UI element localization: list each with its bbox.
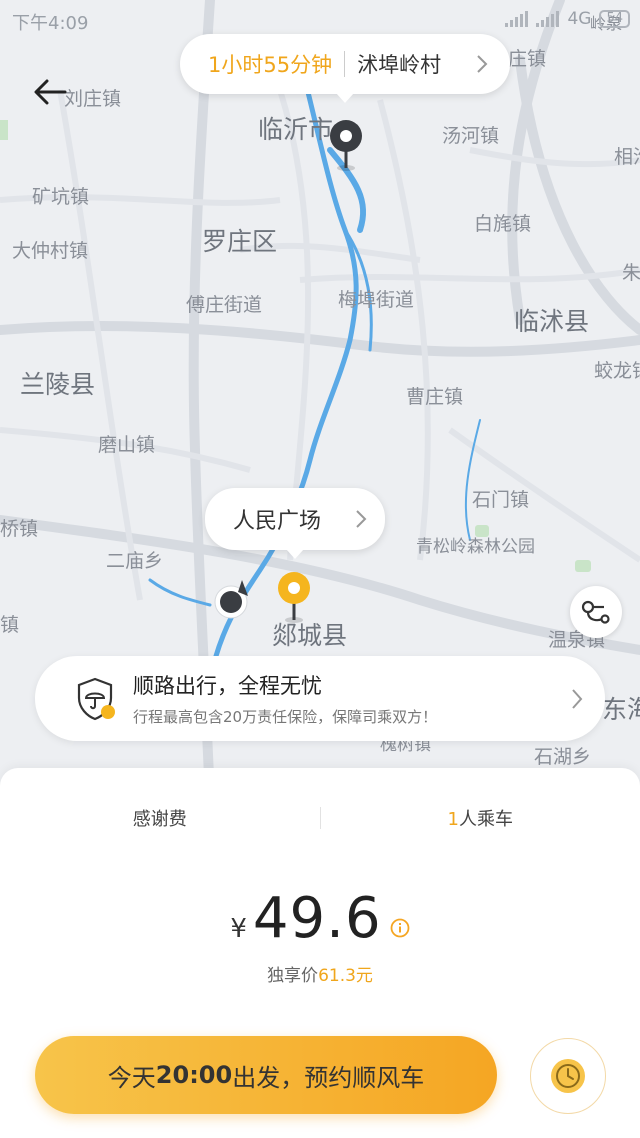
battery-icon: 54 [599, 10, 630, 28]
map-label-caozhuang: 曹庄镇 [406, 386, 464, 408]
map-label-linshu: 临沭县 [514, 307, 590, 336]
info-icon[interactable] [390, 918, 410, 938]
chevron-right-icon [477, 55, 488, 73]
bubble-tail [286, 549, 304, 559]
start-location-label: 人民广场 [233, 509, 322, 534]
thanks-fee-option[interactable]: 感谢费 [0, 805, 320, 831]
destination-pin-icon[interactable] [326, 118, 366, 174]
insurance-banner[interactable]: 顺路出行，全程无忧 行程最高包含20万责任保险，保障司乘双方！ [35, 656, 605, 741]
price-row: ¥ 49.6 [0, 886, 640, 951]
map-label-luozhuang: 罗庄区 [202, 227, 278, 256]
map-label-liuzhuang: 刘庄镇 [64, 88, 122, 110]
route-button[interactable] [570, 586, 622, 638]
exclusive-price-label: 独享价 [267, 966, 319, 986]
book-time: 20:00 [155, 1061, 233, 1089]
map-label-jiaolong: 蛟龙镇 [594, 360, 640, 382]
status-indicators: 4G 54 [505, 9, 630, 29]
map-label-dazhongcun: 大仲村镇 [12, 240, 89, 262]
shield-umbrella-icon [77, 677, 115, 720]
map-label-fuzhuang: 傅庄街道 [186, 294, 263, 316]
map-label-qingsongling: 青松岭森林公园 [416, 537, 535, 557]
network-type: 4G [567, 9, 592, 29]
map-label-tanghe: 汤河镇 [442, 125, 500, 147]
book-prefix: 今天 [107, 1063, 156, 1092]
map-label-moshan: 磨山镇 [98, 434, 156, 456]
map-label-kuangkeng: 矿坑镇 [32, 186, 90, 208]
bubble-tail [336, 93, 354, 103]
insurance-subtitle: 行程最高包含20万责任保险，保障司乘双方！ [133, 708, 438, 726]
book-suffix: 出发，预约顺风车 [232, 1063, 425, 1092]
start-pin-icon[interactable] [274, 570, 314, 626]
eta-duration: 1小时55分钟 [208, 53, 333, 77]
map-label-zhen2: 庄镇 [508, 48, 547, 70]
map-label-qiao: 桥镇 [0, 518, 39, 540]
insurance-text: 顺路出行，全程无忧 行程最高包含20万责任保险，保障司乘双方！ [133, 670, 571, 727]
back-arrow-icon [34, 79, 67, 105]
currency-symbol: ¥ [230, 914, 247, 944]
price-value: 49.6 [252, 886, 382, 951]
signal-icon-2 [536, 11, 560, 27]
start-location-bubble[interactable]: 人民广场 [205, 488, 385, 559]
thanks-fee-label: 感谢费 [132, 809, 187, 830]
chevron-right-icon [572, 688, 583, 709]
exclusive-price-value: 61.3元 [318, 966, 373, 986]
insurance-title: 顺路出行，全程无忧 [133, 674, 322, 698]
status-time: 下午4:09 [12, 13, 89, 34]
eta-destination: 沭埠岭村 [357, 53, 442, 77]
map-label-baixuan: 白旄镇 [474, 213, 532, 235]
options-row: 感谢费 1人乘车 [0, 798, 640, 838]
map-label-shihu: 石湖乡 [534, 746, 592, 768]
map-label-linyi: 临沂市 [258, 115, 334, 144]
map-label-lanling: 兰陵县 [20, 370, 96, 399]
eta-divider [344, 51, 346, 77]
clock-icon [551, 1059, 585, 1093]
passenger-count: 1 [447, 809, 459, 830]
booking-sheet: 感谢费 1人乘车 ¥ 49.6 独享价61.3元 今天 20:00 出发，预约顺风车 [0, 768, 640, 1138]
map-label-zhu: 朱仓 [622, 262, 640, 284]
eta-bubble[interactable]: 1小时55分钟 沭埠岭村 [180, 34, 510, 103]
map-label-ermiao: 二庙乡 [106, 550, 164, 572]
route-icon [581, 600, 610, 624]
map-label-meibu: 梅埠街道 [338, 289, 415, 311]
map-label-shimen: 石门镇 [472, 489, 530, 511]
schedule-time-button[interactable] [530, 1038, 606, 1114]
map-label-donghai: 东海 [602, 695, 640, 724]
passenger-label: 人乘车 [458, 809, 513, 830]
map-label-zhen1: 镇 [0, 614, 20, 636]
back-button[interactable] [28, 70, 72, 114]
map-label-xiang: 相沟 [614, 146, 640, 168]
current-location-icon [214, 580, 248, 619]
book-ride-button[interactable]: 今天 20:00 出发，预约顺风车 [35, 1036, 497, 1114]
exclusive-price-row: 独享价61.3元 [0, 961, 640, 986]
chevron-right-icon [356, 510, 367, 528]
passenger-option[interactable]: 1人乘车 [321, 805, 640, 831]
signal-icon [505, 11, 529, 27]
